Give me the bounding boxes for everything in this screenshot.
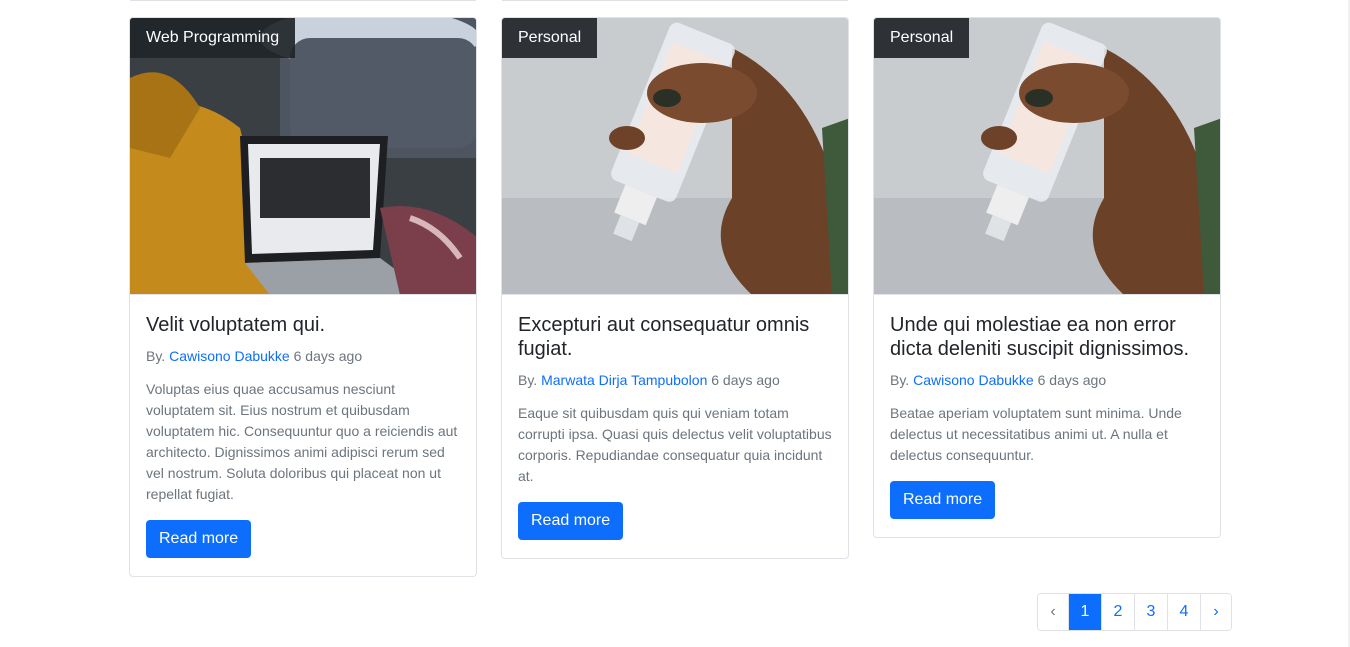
post-excerpt: Voluptas eius quae accusamus nesciunt vo… [146,381,458,502]
pagination: ‹ 1 2 3 4 › [1037,593,1232,631]
by-label: By. [518,372,538,388]
pagination-page-2[interactable]: 2 [1101,594,1134,630]
post-image-sanitizer[interactable]: Personal [502,18,848,295]
post-meta: By. Marwata Dirja Tampubolon 6 days ago [518,370,832,390]
post-excerpt: Beatae aperiam voluptatem sunt minima. U… [890,405,1182,463]
read-more-button[interactable]: Read more [890,481,996,519]
post-time: 6 days ago [293,348,363,364]
previous-card-border [502,0,848,1]
hand-sanitizer-photo-image [502,18,848,294]
pagination-prev-button[interactable]: ‹ [1038,594,1068,630]
pagination-page-4[interactable]: 4 [1167,594,1200,630]
author-link[interactable]: Cawisono Dabukke [913,372,1034,388]
category-badge[interactable]: Personal [874,18,970,58]
category-badge[interactable]: Web Programming [130,18,296,58]
pagination-next-button[interactable]: › [1200,594,1231,630]
author-link[interactable]: Cawisono Dabukke [169,348,290,364]
post-title[interactable]: Velit voluptatem qui. [146,313,460,337]
hand-sanitizer-photo-image [874,18,1220,294]
post-title[interactable]: Unde qui molestiae ea non error dicta de… [890,313,1204,361]
previous-card-border [130,0,476,1]
laptop-photo-image [130,18,476,294]
read-more-button[interactable]: Read more [146,520,252,558]
pagination-page-3[interactable]: 3 [1134,594,1167,630]
post-meta: By. Cawisono Dabukke 6 days ago [146,346,460,366]
post-time: 6 days ago [711,372,780,388]
post-time: 6 days ago [1037,372,1107,388]
blog-post-list: Web Programming Velit voluptatem qui. By… [0,0,1350,647]
post-image-laptop[interactable]: Web Programming [130,18,476,295]
post-card: Personal Unde qui molestiae ea non error… [873,17,1221,538]
post-excerpt: Eaque sit quibusdam quis qui veniam tota… [518,405,832,484]
post-meta: By. Cawisono Dabukke 6 days ago [890,370,1204,390]
post-card: Personal Excepturi aut consequatur omnis… [501,17,849,559]
post-title[interactable]: Excepturi aut consequatur omnis fugiat. [518,313,832,361]
pagination-page-1[interactable]: 1 [1068,594,1101,630]
by-label: By. [146,348,166,364]
author-link[interactable]: Marwata Dirja Tampubolon [541,372,707,388]
by-label: By. [890,372,910,388]
read-more-button[interactable]: Read more [518,502,624,540]
post-card: Web Programming Velit voluptatem qui. By… [129,17,477,577]
category-badge[interactable]: Personal [502,18,598,58]
post-image-sanitizer[interactable]: Personal [874,18,1220,295]
